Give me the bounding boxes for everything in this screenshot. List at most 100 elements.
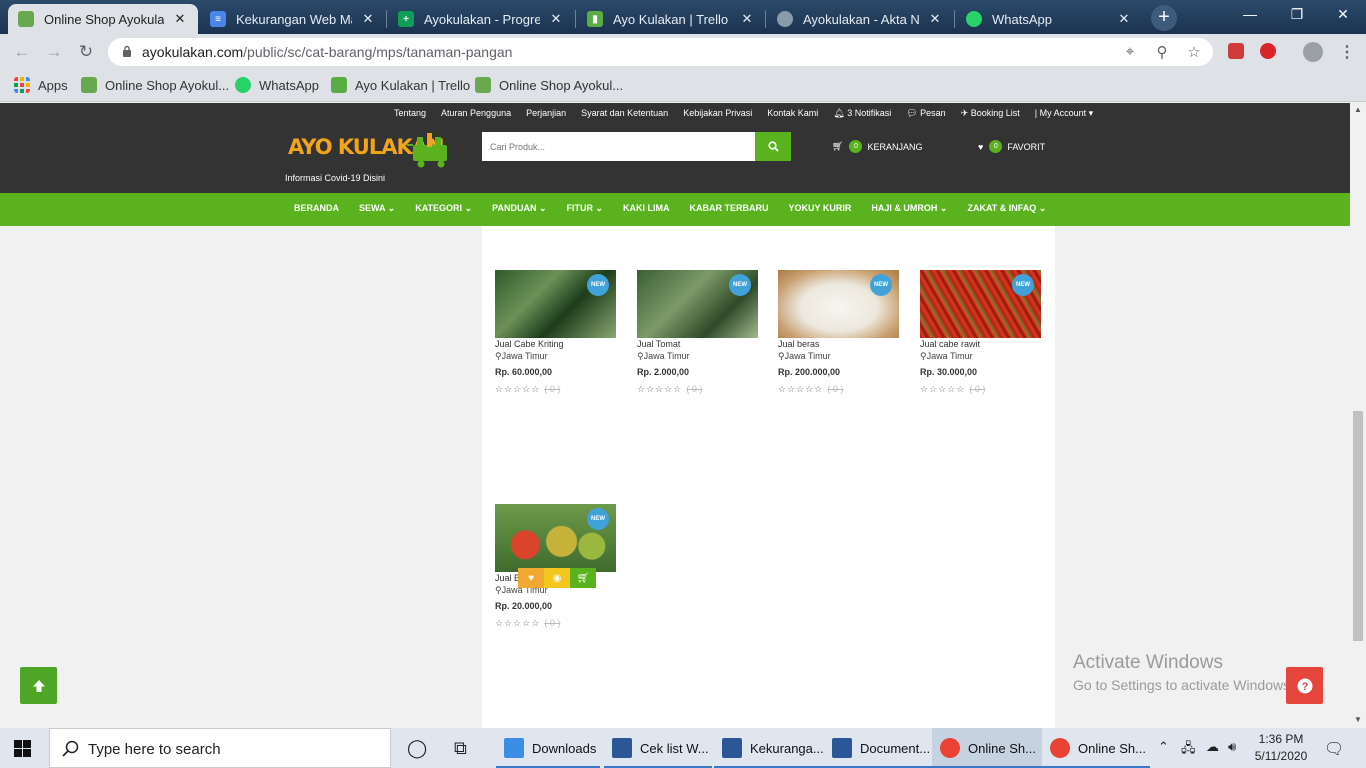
scroll-up-arrow-icon[interactable]: ▲ [1354, 105, 1362, 114]
address-bar[interactable]: ayokulakan.com/public/sc/cat-barang/mps/… [108, 38, 1213, 66]
bookmark-star-icon[interactable]: ☆ [1184, 43, 1204, 61]
tab-kekurangan[interactable]: ≡ Kekurangan Web Market ✕ [200, 4, 386, 34]
taskbar-app[interactable]: Downloads [496, 728, 600, 768]
link-booking-list[interactable]: ✈︎ Booking List [961, 108, 1020, 119]
close-tab-icon[interactable]: ✕ [739, 11, 755, 27]
cortana-icon[interactable]: ◯ [407, 738, 427, 759]
close-tab-icon[interactable]: ✕ [548, 11, 564, 27]
taskbar-app[interactable]: Document... [824, 728, 932, 768]
zoom-icon[interactable]: ⚲ [1152, 43, 1172, 61]
add-to-cart-button[interactable]: 🛒︎ [570, 568, 596, 588]
tray-chevron-icon[interactable]: ⌃ [1158, 739, 1169, 755]
restore-icon[interactable]: ❐ [1287, 6, 1307, 23]
bookmark-trello[interactable]: Ayo Kulakan | Trello [331, 77, 470, 93]
svg-text:?: ? [1301, 681, 1308, 693]
nav-item-kategori[interactable]: KATEGORI ⌄ [415, 203, 472, 214]
product-image[interactable]: NEW [495, 270, 616, 338]
nav-item-sewa[interactable]: SEWA ⌄ [359, 203, 395, 214]
location-target-icon[interactable]: ⌖ [1120, 43, 1140, 60]
link-tentang[interactable]: Tentang [394, 108, 426, 119]
cart-link[interactable]: 🛒︎ 0 KERANJANG [832, 140, 922, 153]
tab-whatsapp[interactable]: WhatsApp ✕ [956, 4, 1142, 34]
scrollbar-thumb[interactable] [1353, 411, 1363, 641]
nav-item-kabar-terbaru[interactable]: KABAR TERBARU [690, 203, 769, 214]
tab-online-shop[interactable]: Online Shop Ayokulakan ✕ [8, 4, 198, 34]
link-syarat-ketentuan[interactable]: Syarat dan Ketentuan [581, 108, 668, 119]
taskbar-app[interactable]: Online Sh... [1042, 728, 1150, 768]
windows-start-icon[interactable] [14, 740, 31, 757]
link-aturan-pengguna[interactable]: Aturan Pengguna [441, 108, 511, 119]
bookmark-apps[interactable]: Apps [14, 77, 68, 93]
forward-arrow-icon[interactable]: → [44, 42, 64, 62]
nav-item-haji-umroh[interactable]: HAJI & UMROH ⌄ [871, 203, 947, 214]
nav-item-yokuy-kurir[interactable]: YOKUY KURIR [789, 203, 852, 214]
system-clock[interactable]: 1:36 PM 5/11/2020 [1252, 732, 1310, 763]
search-button[interactable] [755, 132, 791, 161]
product-image[interactable]: NEW [495, 504, 616, 572]
close-tab-icon[interactable]: ✕ [927, 11, 943, 27]
search-input[interactable] [482, 132, 755, 161]
product-image[interactable]: NEW [920, 270, 1041, 338]
network-icon[interactable]: 🖧︎ [1181, 739, 1196, 761]
product-card[interactable]: NEW Jual B ⚲Jawa Timur Rp. 20.000,00 ☆☆☆☆☆( … [495, 504, 616, 644]
task-view-icon[interactable]: ⧉ [454, 738, 467, 759]
help-button[interactable]: ? [1286, 667, 1323, 704]
covid-info-link[interactable]: Informasi Covid-19 Disini [285, 173, 385, 183]
close-window-icon[interactable]: ✕ [1333, 6, 1353, 23]
add-favorite-button[interactable]: ♥ [518, 568, 544, 588]
product-name[interactable]: Jual beras [778, 339, 820, 349]
volume-icon[interactable]: 🔊︎ [1228, 739, 1236, 755]
scroll-down-arrow-icon[interactable]: ▼ [1354, 715, 1362, 724]
link-kebijakan-privasi[interactable]: Kebijakan Privasi [683, 108, 752, 119]
close-tab-icon[interactable]: ✕ [1116, 11, 1132, 27]
bookmark-whatsapp[interactable]: WhatsApp [235, 77, 319, 93]
nav-item-fitur[interactable]: FITUR ⌄ [567, 203, 604, 214]
product-card[interactable]: NEW Jual Tomat ⚲Jawa Timur Rp. 2.000,00 ☆☆☆☆… [637, 270, 758, 410]
bookmark-online-shop-2[interactable]: Online Shop Ayokul... [475, 77, 623, 93]
extension-youtube-icon[interactable] [1228, 43, 1244, 59]
tab-progress[interactable]: + Ayokulakan - Progress ✕ [388, 4, 574, 34]
taskbar-search-box[interactable]: Type here to search [49, 728, 391, 768]
link-pesan[interactable]: 💬︎ Pesan [906, 108, 945, 119]
link-notifikasi[interactable]: 🔔︎ 3 Notifikasi [833, 108, 891, 119]
quick-view-button[interactable]: ◉ [544, 568, 570, 588]
product-card[interactable]: NEW Jual beras ⚲Jawa Timur Rp. 200.000,00 ☆☆… [778, 270, 899, 410]
browser-menu-icon[interactable]: ⋮ [1339, 42, 1355, 62]
site-logo[interactable]: AYO KULAKAN [288, 127, 453, 169]
notification-center-icon[interactable]: 🗨︎ [1324, 739, 1344, 759]
product-image[interactable]: NEW [778, 270, 899, 338]
close-tab-icon[interactable]: ✕ [360, 11, 376, 27]
onedrive-icon[interactable]: ☁︎ [1206, 739, 1219, 755]
extension-adblock-icon[interactable] [1260, 43, 1276, 59]
new-tab-button[interactable]: + [1151, 5, 1177, 31]
reload-icon[interactable]: ↻ [76, 42, 96, 62]
nav-item-kaki-lima[interactable]: KAKI LIMA [623, 203, 670, 214]
favorite-link[interactable]: ♥ 0 FAVORIT [978, 140, 1045, 153]
nav-item-zakat-infaq[interactable]: ZAKAT & INFAQ ⌄ [967, 203, 1046, 214]
taskbar-app[interactable]: Online Sh... [932, 728, 1042, 768]
nav-item-panduan[interactable]: PANDUAN ⌄ [492, 203, 546, 214]
profile-avatar-icon[interactable] [1303, 42, 1323, 62]
product-name[interactable]: Jual cabe rawit [920, 339, 980, 349]
tab-akta-notaris[interactable]: Ayokulakan - Akta Notaris ✕ [767, 4, 953, 34]
link-my-account[interactable]: | My Account ▾ [1035, 108, 1093, 119]
product-card[interactable]: NEW Jual Cabe Kriting ⚲Jawa Timur Rp. 60.00… [495, 270, 616, 410]
product-name[interactable]: Jual B [495, 573, 520, 583]
minimize-icon[interactable]: — [1240, 6, 1260, 22]
back-to-top-button[interactable] [20, 667, 57, 704]
close-tab-icon[interactable]: ✕ [172, 11, 188, 27]
bookmark-online-shop-1[interactable]: Online Shop Ayokul... [81, 77, 229, 93]
product-card[interactable]: NEW Jual cabe rawit ⚲Jawa Timur Rp. 30.000,… [920, 270, 1041, 410]
product-name[interactable]: Jual Tomat [637, 339, 680, 349]
nav-item-beranda[interactable]: BERANDA [294, 203, 339, 214]
link-perjanjian[interactable]: Perjanjian [526, 108, 566, 119]
product-image[interactable]: NEW [637, 270, 758, 338]
tab-trello[interactable]: ▮ Ayo Kulakan | Trello ✕ [577, 4, 765, 34]
taskbar-app[interactable]: Cek list W... [604, 728, 712, 768]
page-scrollbar[interactable]: ▲ ▼ [1350, 103, 1366, 728]
apps-grid-icon [14, 77, 30, 93]
link-kontak-kami[interactable]: Kontak Kami [767, 108, 818, 119]
back-arrow-icon[interactable]: ← [12, 42, 32, 62]
taskbar-app[interactable]: Kekuranga... [714, 728, 824, 768]
product-name[interactable]: Jual Cabe Kriting [495, 339, 564, 349]
